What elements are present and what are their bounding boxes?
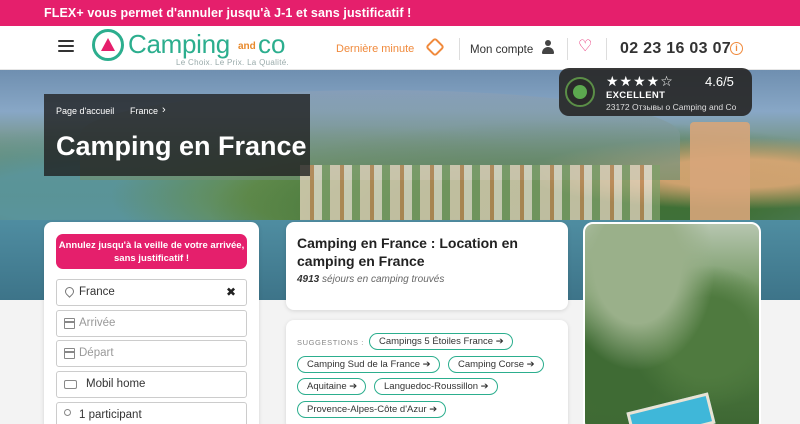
destination-value: France [79,286,115,298]
people-icon [64,409,71,416]
logo-text-co: co [258,29,286,59]
divider [567,38,568,60]
mobil-home-icon [64,380,77,389]
breadcrumb-home-link[interactable]: Page d'accueil [56,106,114,116]
suggestion-chip[interactable]: Provence-Alpes-Côte d'Azur ➔ [297,401,447,418]
logo-text-camping: Camping [128,29,230,59]
flex-banner: Annulez jusqu'à la veille de votre arriv… [56,234,247,269]
logo-tagline: Le Choix. Le Prix. La Qualité. [176,58,290,67]
menu-icon[interactable] [58,40,74,52]
participants-value: 1 participant [79,409,142,421]
destination-field[interactable]: France ✖ [56,279,247,306]
phone-number[interactable]: 02 23 16 03 07 [620,40,731,58]
breadcrumb-current[interactable]: France [130,106,158,116]
campsite-photo-card[interactable] [583,222,761,424]
arrival-placeholder: Arrivée [79,317,116,329]
favorites-heart-icon[interactable]: ♡ [578,39,592,55]
suggestions-panel: SUGGESTIONS : Campings 5 Étoiles France … [286,320,568,424]
divider [606,38,607,60]
site-header: Camping and co Le Choix. Le Prix. La Qua… [0,26,800,70]
trust-badge-icon [565,77,595,107]
accommodation-value: Mobil home [86,378,146,390]
participants-field[interactable]: 1 participant [56,402,247,424]
results-summary: Camping en France : Location en camping … [286,222,568,310]
suggestions-label: SUGGESTIONS : [297,338,364,347]
suggestion-chip[interactable]: Camping Sud de la France ➔ [297,356,440,373]
pool-image [626,392,716,424]
suggestion-chip[interactable]: Languedoc-Roussillon ➔ [374,378,498,395]
suggestion-chip[interactable]: Campings 5 Étoiles France ➔ [369,333,513,350]
site-logo[interactable]: Camping and co Le Choix. Le Prix. La Qua… [92,28,322,68]
user-icon[interactable] [542,40,554,54]
hero-village [300,165,660,225]
arrival-date-field[interactable]: Arrivée [56,310,247,337]
results-count-line: 4913 séjours en camping trouvés [297,274,444,285]
rating-stars: ★★★★☆ [606,73,674,89]
suggestion-chip[interactable]: Camping Corse ➔ [448,356,544,373]
search-panel: Annulez jusqu'à la veille de votre arriv… [44,222,259,424]
page-title: Camping en France [56,131,307,161]
results-title: Camping en France : Location en camping … [297,235,518,269]
tent-logo-icon [92,29,124,61]
chevron-right-icon: › [162,104,166,116]
rating-value: 4.6/5 [705,74,734,89]
tag-icon[interactable] [425,37,445,57]
account-link[interactable]: Mon compte [470,44,533,56]
results-count-suffix: séjours en camping trouvés [322,274,445,285]
rating-label: EXCELLENT [606,90,666,101]
results-count: 4913 [297,274,320,285]
last-minute-link[interactable]: Dernière minute [336,43,414,55]
promo-banner: FLEX+ vous permet d'annuler jusqu'à J-1 … [0,0,800,26]
info-icon[interactable]: i [730,42,743,55]
calendar-icon [64,318,75,329]
close-icon[interactable]: ✖ [226,285,236,299]
accommodation-select[interactable]: Mobil home [56,371,247,398]
suggestion-chip[interactable]: Aquitaine ➔ [297,378,367,395]
breadcrumb: Page d'accueil › France Camping en Franc… [44,94,310,176]
trustpilot-widget[interactable]: ★★★★☆ 4.6/5 EXCELLENT 23172 Отзывы о Cam… [559,68,752,116]
departure-placeholder: Départ [79,347,114,359]
map-pin-icon [63,285,76,298]
logo-text-and: and [238,41,256,52]
calendar-icon [64,348,75,359]
departure-date-field[interactable]: Départ [56,340,247,367]
divider [459,38,460,60]
hero-tower [690,122,750,232]
reviews-count: 23172 Отзывы о Camping and Co [606,102,737,112]
